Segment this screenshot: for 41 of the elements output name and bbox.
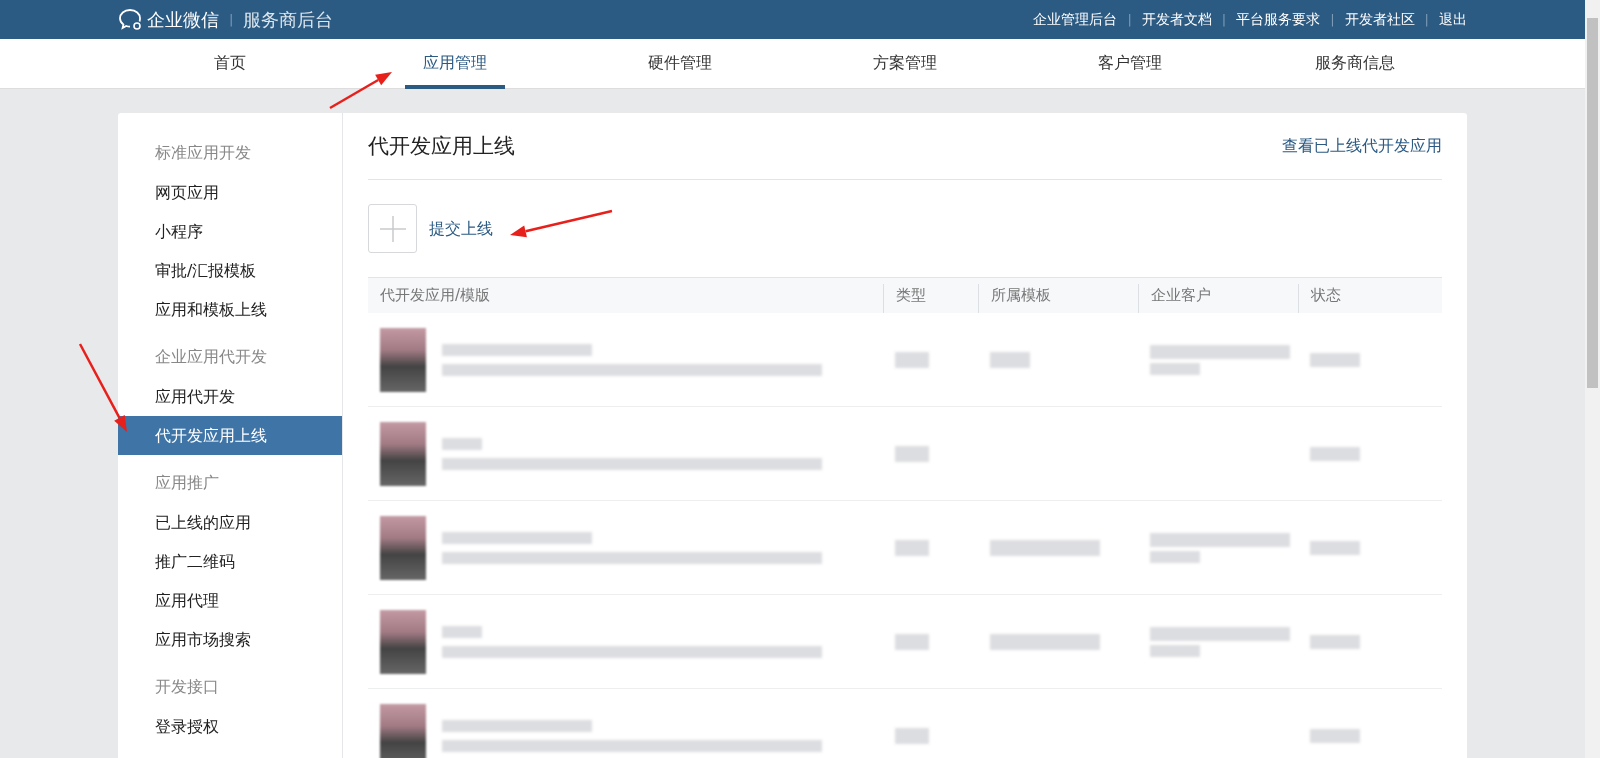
sidebar-item[interactable]: 应用代开发 — [118, 377, 342, 416]
header-link[interactable]: 退出 — [1439, 9, 1467, 30]
sidebar-item[interactable]: 小程序 — [118, 212, 342, 251]
nav-tab[interactable]: 应用管理 — [405, 39, 506, 89]
nav-tab[interactable]: 方案管理 — [854, 39, 955, 89]
sidebar-item[interactable]: 登录授权 — [118, 707, 342, 746]
header-divider: | — [229, 10, 234, 29]
column-header: 所属模板 — [978, 284, 1138, 313]
nav-tab[interactable]: 硬件管理 — [630, 39, 731, 89]
sidebar-group-label: 应用推广 — [154, 472, 220, 494]
submit-online-link[interactable]: 提交上线 — [429, 216, 493, 241]
nav-tab[interactable]: 客户管理 — [1079, 39, 1180, 89]
sidebar-item[interactable]: 代开发应用上线 — [118, 416, 342, 455]
sidebar-item[interactable]: 审批/汇报模板 — [118, 251, 342, 290]
nav-tab[interactable]: 首页 — [196, 39, 265, 89]
header-link[interactable]: 平台服务要求 — [1236, 9, 1321, 30]
sidebar-item[interactable]: 应用市场搜索 — [118, 620, 342, 659]
column-header: 类型 — [883, 284, 978, 313]
sidebar-item[interactable]: 推广二维码 — [118, 542, 342, 581]
sidebar-item[interactable]: 应用和模板上线 — [118, 290, 342, 329]
sidebar-item[interactable]: 网页应用 — [118, 173, 342, 212]
link-separator: | — [1424, 10, 1429, 29]
sidebar-item[interactable]: 应用代理 — [118, 581, 342, 620]
link-separator: | — [1127, 10, 1132, 29]
column-header: 代开发应用/模版 — [379, 285, 492, 306]
header-link[interactable]: 开发者文档 — [1141, 9, 1212, 30]
sidebar-group-label: 标准应用开发 — [154, 142, 252, 164]
link-separator: | — [1330, 10, 1335, 29]
header-link[interactable]: 开发者社区 — [1344, 9, 1415, 30]
nav-tab[interactable]: 服务商信息 — [1296, 39, 1413, 89]
sidebar-item[interactable]: 已上线的应用 — [118, 503, 342, 542]
portal-title: 服务商后台 — [243, 8, 334, 32]
view-online-link[interactable]: 查看已上线代开发应用 — [1282, 113, 1442, 179]
page-title: 代开发应用上线 — [368, 133, 515, 160]
column-header: 企业客户 — [1138, 284, 1298, 313]
column-header: 状态 — [1298, 284, 1442, 313]
link-separator: | — [1221, 10, 1227, 29]
logo-text: 企业微信 — [147, 8, 219, 32]
sidebar-group-label: 企业应用代开发 — [154, 346, 268, 368]
header-link[interactable]: 企业管理后台 — [1033, 9, 1118, 30]
sidebar-group-label: 开发接口 — [154, 676, 220, 698]
